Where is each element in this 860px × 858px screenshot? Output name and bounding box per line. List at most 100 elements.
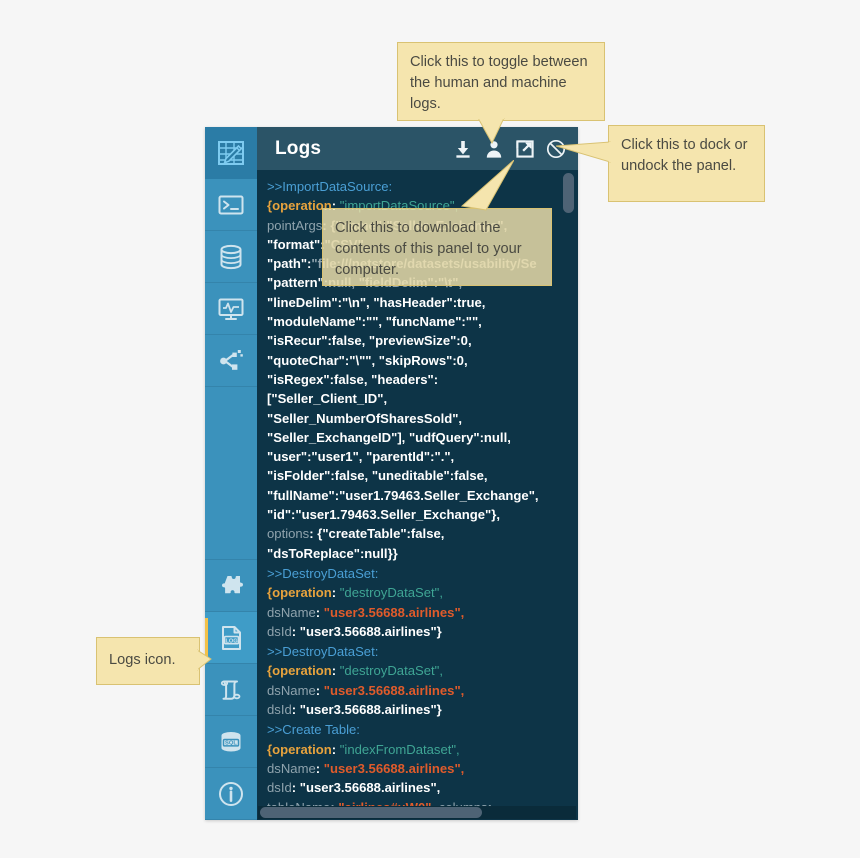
log-line: "moduleName":"", "funcName":"", <box>267 312 572 331</box>
info-icon <box>219 781 243 806</box>
sidebar-item-terminal[interactable] <box>205 179 257 231</box>
log-token: dsId <box>267 702 292 718</box>
dock-undock-button[interactable] <box>514 138 536 160</box>
log-token: : <box>315 682 324 698</box>
log-line: options: {"createTable":false, <box>267 524 572 543</box>
log-token: operation <box>272 663 332 679</box>
log-token: : <box>315 604 324 620</box>
log-entry: >>DestroyDataSet: {operation: "destroyDat… <box>267 564 572 641</box>
log-token: "Seller_NumberOfSharesSold", <box>267 410 463 426</box>
log-line: ["Seller_Client_ID", <box>267 389 572 408</box>
vertical-scrollbar[interactable] <box>563 173 574 813</box>
log-line: dsId: "user3.56688.airlines", <box>267 778 572 797</box>
sidebar-item-plugins[interactable] <box>205 560 257 612</box>
svg-text:SQL: SQL <box>225 740 237 746</box>
horizontal-scrollbar-thumb[interactable] <box>260 807 482 818</box>
log-token: "moduleName":"", "funcName":"", <box>267 314 482 330</box>
log-token: "user":"user1", "parentId":".", <box>267 449 455 465</box>
log-line: dsId: "user3.56688.airlines"} <box>267 622 572 641</box>
callout-logs-icon-text: Logs icon. <box>109 652 176 668</box>
rail-spacer <box>205 387 257 560</box>
log-token: "format" <box>267 236 321 252</box>
log-entry-header: >>DestroyDataSet: <box>267 644 379 660</box>
page-title: Logs <box>275 137 322 159</box>
log-token: , <box>460 760 465 776</box>
log-token: dsName <box>267 760 316 776</box>
log-token: dsName <box>267 604 316 620</box>
log-line: dsName: "user3.56688.airlines", <box>267 759 572 778</box>
sidebar-item-sql[interactable]: SQL <box>205 716 257 768</box>
monitor-chart-icon <box>218 298 244 320</box>
log-token: "isFolder":false, "uneditable":false, <box>267 468 488 484</box>
log-line: {operation: "destroyDataSet", <box>267 583 572 602</box>
log-token: , <box>456 741 460 757</box>
log-line: "Seller_NumberOfSharesSold", <box>267 409 572 428</box>
log-token: "pattern" <box>267 275 324 291</box>
log-line: "isRecur":false, "previewSize":0, <box>267 331 572 350</box>
log-token: , <box>460 604 465 620</box>
vertical-scrollbar-thumb[interactable] <box>563 173 574 213</box>
log-entry: >>Create Table: {operation: "indexFromDat… <box>267 720 572 813</box>
log-document-icon: LOG <box>222 625 241 650</box>
left-icon-rail: LOG SQL <box>205 127 257 820</box>
log-token: "Seller_ExchangeID"], "udfQuery":null, <box>267 429 511 445</box>
terminal-icon <box>218 195 244 214</box>
log-line: dsName: "user3.56688.airlines", <box>267 603 572 622</box>
callout-toggle-logs-text: Click this to toggle between the human a… <box>410 54 588 112</box>
log-token: operation <box>272 741 332 757</box>
log-token: "dsToReplace":null}} <box>267 545 398 561</box>
log-entry-header: >>Create Table: <box>267 722 360 738</box>
table-pencil-icon <box>218 140 244 165</box>
sidebar-item-table-editor[interactable] <box>205 127 257 179</box>
puzzle-icon <box>221 575 244 593</box>
log-token: dsId <box>267 623 292 639</box>
log-token: : <box>331 663 340 679</box>
log-line: "user":"user1", "parentId":".", <box>267 447 572 466</box>
log-token: "isRecur":false, "previewSize":0, <box>267 333 472 349</box>
database-icon <box>220 244 242 269</box>
log-token: "user3.56688.airlines"} <box>299 623 442 639</box>
log-entry-header: >>ImportDataSource: <box>267 179 393 194</box>
log-line: "dsToReplace":null}} <box>267 544 572 563</box>
log-token: , <box>439 585 443 601</box>
sidebar-item-graph[interactable] <box>205 335 257 387</box>
log-token: "indexFromDataset" <box>339 741 457 757</box>
sidebar-item-info[interactable] <box>205 768 257 820</box>
log-token: pointArgs <box>267 217 323 233</box>
log-line: dsName: "user3.56688.airlines", <box>267 681 572 700</box>
log-line: "isRegex":false, "headers": <box>267 370 572 389</box>
log-token: "quoteChar":"\"", "skipRows":0, <box>267 352 468 368</box>
horizontal-scrollbar[interactable] <box>258 806 576 819</box>
log-line: {operation: "destroyDataSet", <box>267 661 572 680</box>
callout-logs-icon: Logs icon. <box>96 637 200 685</box>
log-token: , <box>460 682 465 698</box>
log-token: "path": <box>267 256 312 272</box>
log-token: "user3.56688.airlines"} <box>299 702 442 718</box>
log-token: "isRegex":false, "headers": <box>267 371 439 387</box>
log-line: "Seller_ExchangeID"], "udfQuery":null, <box>267 428 572 447</box>
callout-dock-undock-text: Click this to dock or undock the panel. <box>621 137 748 174</box>
log-token: : <box>331 741 340 757</box>
log-token: "lineDelim":"\n", "hasHeader":true, <box>267 294 486 310</box>
callout-toggle-logs: Click this to toggle between the human a… <box>397 42 605 121</box>
log-line: "lineDelim":"\n", "hasHeader":true, <box>267 293 572 312</box>
log-entry-header: >>DestroyDataSet: <box>267 565 379 581</box>
log-token: operation <box>272 585 332 601</box>
log-token: options <box>267 526 310 542</box>
callout-logs-icon-tail <box>197 649 212 671</box>
log-token: ["Seller_Client_ID", <box>267 391 388 407</box>
log-token: "user3.56688.airlines" <box>323 682 461 698</box>
sidebar-item-database[interactable] <box>205 231 257 283</box>
log-line: "fullName":"user1.79463.Seller_Exchange"… <box>267 486 572 505</box>
log-token: "user3.56688.airlines", <box>299 780 441 796</box>
node-graph-icon <box>220 349 243 370</box>
log-token: {"createTable":false, <box>317 526 445 542</box>
sidebar-item-monitor[interactable] <box>205 283 257 335</box>
log-token: : <box>291 780 300 796</box>
log-token: "destroyDataSet" <box>339 663 440 679</box>
log-token: dsId <box>267 780 292 796</box>
callout-dock-undock: Click this to dock or undock the panel. <box>608 125 765 202</box>
download-button[interactable] <box>452 138 474 160</box>
log-token: "destroyDataSet" <box>339 585 440 601</box>
log-line: "quoteChar":"\"", "skipRows":0, <box>267 351 572 370</box>
